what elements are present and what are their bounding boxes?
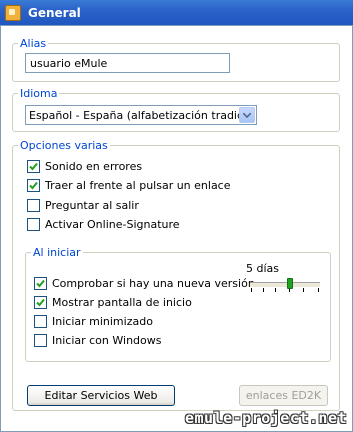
- idioma-legend: Idioma: [20, 87, 58, 100]
- slider-tick: [318, 288, 319, 292]
- window-icon: [5, 4, 21, 21]
- language-select[interactable]: Español - España (alfabetización tradici…: [25, 105, 257, 125]
- checkbox-box[interactable]: [34, 296, 47, 309]
- slider-tick: [263, 288, 264, 292]
- version-check-slider-track[interactable]: [250, 282, 320, 288]
- checkbox-label: Preguntar al salir: [45, 199, 139, 212]
- alias-legend: Alias: [20, 37, 47, 50]
- slider-tick: [275, 288, 276, 292]
- checkbox-online-signature[interactable]: Activar Online-Signature: [27, 218, 180, 231]
- slider-tick: [303, 288, 304, 292]
- checkbox-box[interactable]: [27, 179, 40, 192]
- checkbox-label: Iniciar con Windows: [52, 334, 162, 347]
- ed2k-links-button[interactable]: enlaces ED2K: [239, 385, 328, 406]
- checkbox-label: Comprobar si hay una nueva versión: [52, 277, 255, 290]
- chevron-down-icon[interactable]: [239, 107, 255, 123]
- checkbox-iniciar-minimizado[interactable]: Iniciar minimizado: [34, 315, 153, 328]
- checkbox-label: Traer al frente al pulsar un enlace: [45, 179, 231, 192]
- language-selected: Español - España (alfabetización tradici…: [29, 108, 239, 122]
- checkbox-label: Sonido en errores: [45, 160, 143, 173]
- checkbox-box[interactable]: [34, 277, 47, 290]
- edit-web-services-button[interactable]: Editar Servicios Web: [27, 385, 175, 406]
- checkbox-box[interactable]: [34, 315, 47, 328]
- checkbox-preguntar-salir[interactable]: Preguntar al salir: [27, 199, 139, 212]
- checkbox-pantalla-inicio[interactable]: Mostrar pantalla de inicio: [34, 296, 192, 309]
- watermark: emule-project.net: [185, 409, 348, 427]
- checkbox-box[interactable]: [27, 218, 40, 231]
- checkbox-comprobar-version[interactable]: Comprobar si hay una nueva versión: [34, 277, 255, 290]
- checkbox-box[interactable]: [27, 199, 40, 212]
- checkbox-box[interactable]: [27, 160, 40, 173]
- slider-tick: [251, 288, 252, 292]
- checkbox-box[interactable]: [34, 334, 47, 347]
- al-iniciar-legend: Al iniciar: [33, 246, 81, 259]
- checkbox-sonido-errores[interactable]: Sonido en errores: [27, 160, 142, 173]
- checkbox-label: Mostrar pantalla de inicio: [52, 296, 192, 309]
- slider-value-label: 5 días: [246, 262, 280, 275]
- slider-thumb[interactable]: [287, 278, 293, 289]
- checkbox-label: Activar Online-Signature: [45, 218, 180, 231]
- title-bar: General: [0, 0, 353, 25]
- checkbox-label: Iniciar minimizado: [52, 315, 153, 328]
- opciones-legend: Opciones varias: [20, 139, 108, 152]
- alias-input[interactable]: [25, 53, 230, 73]
- checkbox-iniciar-windows[interactable]: Iniciar con Windows: [34, 334, 161, 347]
- window-title: General: [28, 5, 81, 20]
- checkbox-traer-frente[interactable]: Traer al frente al pulsar un enlace: [27, 179, 231, 192]
